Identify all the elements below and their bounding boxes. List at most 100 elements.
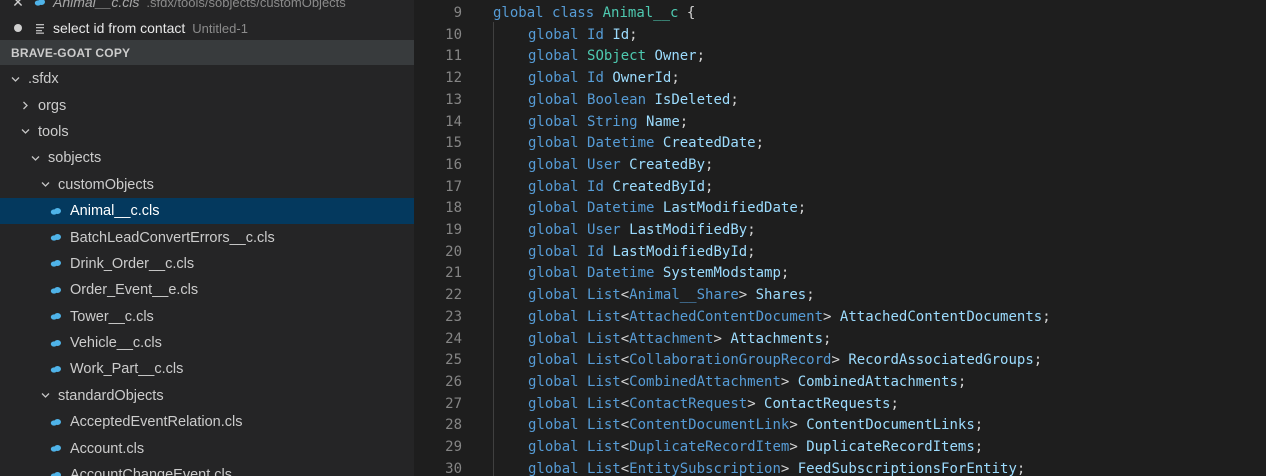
code-token: DuplicateRecordItems <box>806 439 975 455</box>
code-token: global <box>528 135 579 152</box>
code-line[interactable]: 14 global String Name; <box>414 112 1266 134</box>
code-text: global List<AttachedContentDocument> Att… <box>528 307 1051 329</box>
line-number: 21 <box>445 265 462 282</box>
tree-file[interactable]: Order_Event__e.cls <box>0 277 414 303</box>
open-editor-item[interactable]: select id from contact Untitled-1 <box>0 15 414 41</box>
code-line[interactable]: 17 global Id CreatedById; <box>414 177 1266 199</box>
code-token: class <box>552 5 595 21</box>
open-editor-name: select id from contact <box>53 20 186 36</box>
tree-file[interactable]: AccountChangeEvent.cls <box>0 462 414 476</box>
code-line[interactable]: 16 global User CreatedBy; <box>414 155 1266 177</box>
code-token: ; <box>797 200 807 217</box>
code-line[interactable]: 22 global List<Animal__Share> Shares; <box>414 285 1266 307</box>
code-token: global <box>528 26 579 43</box>
tree-file[interactable]: Drink_Order__c.cls <box>0 251 414 277</box>
code-text: global List<DuplicateRecordItem> Duplica… <box>528 437 983 459</box>
code-line[interactable]: 26 global List<CombinedAttachment> Combin… <box>414 372 1266 394</box>
code-token: Shares <box>755 287 807 304</box>
code-token: global <box>528 156 579 173</box>
tree-folder[interactable]: tools <box>0 119 414 145</box>
code-token: > <box>823 308 840 325</box>
tree-file[interactable]: BatchLeadConvertErrors__c.cls <box>0 224 414 250</box>
salesforce-file-icon <box>50 286 62 295</box>
code-token: Id <box>612 26 630 43</box>
tree-item-label: Vehicle__c.cls <box>70 335 162 352</box>
code-token: SObject <box>587 48 647 65</box>
code-text: global List<CollaborationGroupRecord> Re… <box>528 350 1042 372</box>
dirty-dot-icon[interactable] <box>12 24 24 32</box>
code-token: Name <box>646 113 680 130</box>
code-line[interactable]: 12 global Id OwnerId; <box>414 68 1266 90</box>
code-line[interactable]: 18 global Datetime LastModifiedDate; <box>414 198 1266 220</box>
code-line[interactable]: 29 global List<DuplicateRecordItem> Dupli… <box>414 437 1266 459</box>
tree-file[interactable]: Tower__c.cls <box>0 304 414 330</box>
code-editor[interactable]: 9 global class Animal__c {10 global Id Id;… <box>414 0 1266 476</box>
code-token: ; <box>780 265 790 282</box>
code-text: global List<CombinedAttachment> Combined… <box>528 372 966 394</box>
tree-folder[interactable]: sobjects <box>0 145 414 171</box>
code-line[interactable]: 15 global Datetime CreatedDate; <box>414 133 1266 155</box>
salesforce-file-icon <box>50 418 62 427</box>
tree-file[interactable]: Vehicle__c.cls <box>0 330 414 356</box>
line-number: 19 <box>445 222 462 238</box>
code-token: CollaborationGroupRecord <box>629 352 832 369</box>
tree-folder[interactable]: standardObjects <box>0 383 414 409</box>
close-icon[interactable]: ✕ <box>12 0 24 11</box>
tree-folder[interactable]: .sfdx <box>0 66 414 92</box>
code-token: CreatedBy <box>629 156 706 173</box>
code-token: global <box>528 373 579 390</box>
code-line[interactable]: 21 global Datetime SystemModstamp; <box>414 263 1266 285</box>
code-token: global <box>528 417 579 434</box>
tree-item-label: tools <box>38 123 69 140</box>
code-line[interactable]: 24 global List<Attachment> Attachments; <box>414 329 1266 351</box>
code-token: ; <box>747 222 756 238</box>
code-line[interactable]: 11 global SObject Owner; <box>414 46 1266 68</box>
tree-item-label: Work_Part__c.cls <box>70 361 184 378</box>
code-line[interactable]: 27 global List<ContactRequest> ContactReq… <box>414 394 1266 416</box>
tree-file[interactable]: Work_Part__c.cls <box>0 356 414 382</box>
code-token: global <box>528 265 579 282</box>
salesforce-file-icon <box>50 312 62 321</box>
code-line[interactable]: 10 global Id Id; <box>414 25 1266 47</box>
code-text: global Id CreatedById; <box>528 177 713 199</box>
tree-file[interactable]: Animal__c.cls <box>0 197 414 225</box>
tree-folder[interactable]: orgs <box>0 92 414 118</box>
code-line[interactable]: 13 global Boolean IsDeleted; <box>414 90 1266 112</box>
code-text: global List<EntitySubscription> FeedSubs… <box>528 459 1025 476</box>
tree-item-label: AcceptedEventRelation.cls <box>70 414 243 431</box>
code-token: global <box>528 113 579 130</box>
code-text: global SObject Owner; <box>528 46 705 68</box>
tree-file[interactable]: AcceptedEventRelation.cls <box>0 409 414 435</box>
code-token: ; <box>823 330 832 347</box>
code-line[interactable]: 25 global List<CollaborationGroupRecord> … <box>414 350 1266 372</box>
open-editor-item[interactable]: ✕ Animal__c.cls .sfdx/tools/sobjects/cus… <box>0 0 414 15</box>
code-token: Datetime <box>587 200 655 217</box>
code-token: ; <box>974 439 984 455</box>
open-editor-name: Animal__c.cls <box>53 0 140 10</box>
line-number: 26 <box>445 373 462 390</box>
code-token: Id <box>587 26 604 43</box>
tree-file[interactable]: Account.cls <box>0 435 414 461</box>
code-line[interactable]: 28 global List<ContentDocumentLink> Conte… <box>414 415 1266 437</box>
code-line[interactable]: 9 global class Animal__c { <box>414 3 1266 25</box>
code-token: FeedSubscriptionsForEntity <box>797 460 1017 476</box>
code-token: global <box>528 330 579 347</box>
explorer-section-header[interactable]: BRAVE-GOAT COPY <box>0 40 414 65</box>
code-line[interactable]: 20 global Id LastModifiedById; <box>414 242 1266 264</box>
code-token: List <box>587 439 621 455</box>
code-line[interactable]: 19 global User LastModifiedBy; <box>414 220 1266 242</box>
tree-folder[interactable]: customObjects <box>0 172 414 198</box>
tree-item-label: BatchLeadConvertErrors__c.cls <box>70 229 275 246</box>
code-line[interactable]: 23 global List<AttachedContentDocument> A… <box>414 307 1266 329</box>
code-token: LastModifiedBy <box>629 222 748 238</box>
line-number: 27 <box>445 395 462 412</box>
code-line[interactable]: 30 global List<EntitySubscription> FeedSu… <box>414 459 1266 476</box>
code-token: ; <box>629 26 638 43</box>
